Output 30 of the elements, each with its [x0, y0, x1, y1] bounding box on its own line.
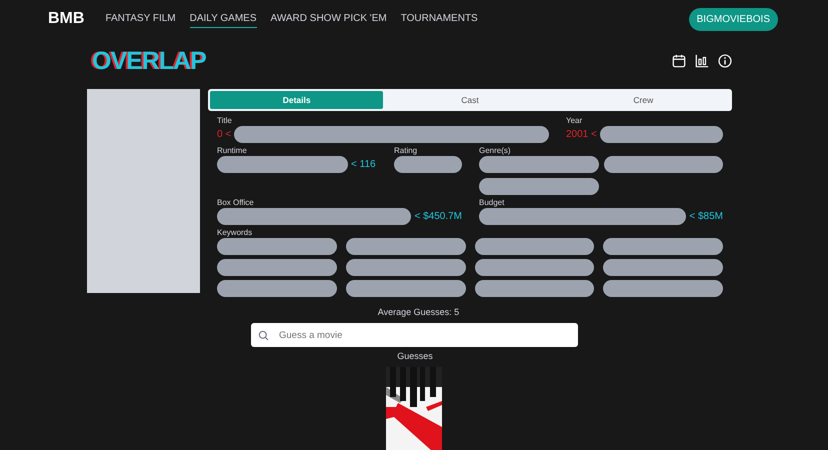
average-guesses-text: Average Guesses: 5 — [376, 307, 460, 317]
nav-link[interactable]: FANTASY FILM — [105, 10, 176, 28]
hint-text: < $450.7M — [414, 210, 462, 224]
field-label: Keywords — [217, 227, 254, 238]
search-icon — [258, 330, 269, 341]
bar-chart-icon[interactable] — [695, 54, 709, 68]
calendar-icon[interactable] — [672, 54, 686, 68]
field-label: Title — [217, 115, 233, 126]
hint-text: 0 < — [217, 128, 232, 142]
search-field[interactable]: Guess a movie — [251, 323, 578, 347]
field-label: Budget — [479, 197, 506, 208]
hint-text: < $85M — [689, 210, 723, 224]
field-label: Rating — [394, 145, 418, 156]
tab[interactable]: Cast — [383, 91, 557, 109]
hint-text: 2001 < — [566, 128, 597, 142]
tab[interactable]: Crew — [556, 91, 730, 109]
nav-link[interactable]: AWARD SHOW PICK 'EM — [270, 10, 387, 28]
field-label: Genre(s) — [479, 145, 512, 156]
hint-text: < 116 — [351, 158, 376, 172]
nav-link[interactable]: DAILY GAMES — [190, 10, 257, 28]
guesses-heading: Guesses — [396, 351, 434, 361]
field-label: Runtime — [217, 145, 248, 156]
tab[interactable]: Details — [210, 91, 384, 109]
account-button[interactable]: BIGMOVIEBOIS — [688, 8, 778, 30]
field-label: Year — [566, 115, 584, 126]
game-logo: OVERLAP — [92, 46, 206, 76]
nav-link[interactable]: TOURNAMENTS — [400, 10, 478, 28]
brand-logo[interactable]: BMB — [48, 10, 84, 28]
field-label: Box Office — [217, 197, 255, 208]
info-icon[interactable] — [718, 54, 732, 68]
